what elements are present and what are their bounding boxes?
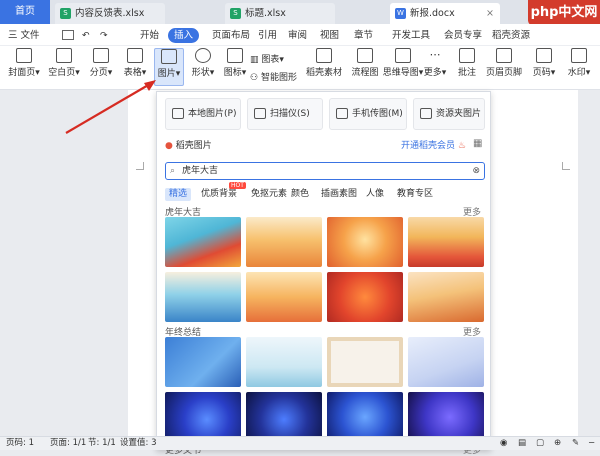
image-thumbnail[interactable] xyxy=(165,272,241,322)
category-illustration[interactable]: 插画素图 xyxy=(317,188,361,201)
search-icon: ⌕ xyxy=(170,166,176,176)
web-view-icon[interactable]: ⊕ xyxy=(554,437,561,450)
status-pages: 页面: 1/1 xyxy=(50,438,87,448)
image-icon xyxy=(172,108,184,119)
image-thumbnail[interactable] xyxy=(408,337,484,387)
image-thumbnail[interactable] xyxy=(165,217,241,267)
category-featured[interactable]: 精选 xyxy=(165,188,192,201)
clear-icon[interactable]: ⊗ xyxy=(472,163,480,179)
stock-images-label: ● 稻壳图片 xyxy=(165,141,212,151)
category-portrait[interactable]: 人像 xyxy=(362,188,388,201)
local-picture-button[interactable]: 本地图片(P) xyxy=(165,98,241,130)
image-thumbnail[interactable] xyxy=(408,272,484,322)
image-thumbnail[interactable] xyxy=(408,392,484,442)
page-view-icon[interactable]: ▢ xyxy=(536,437,544,450)
image-thumbnail[interactable] xyxy=(327,337,403,387)
phone-picture-button[interactable]: 手机传图(M) xyxy=(329,98,407,130)
status-bar: 页码: 1 页面: 1/1 节: 1/1 设置值: 3 ◉ ▤ ▢ ⊕ ✎ − xyxy=(0,436,600,450)
image-thumbnail[interactable] xyxy=(246,392,322,442)
picture-dropdown-panel: 本地图片(P) 扫描仪(S) 手机传图(M) 资源夹图片 ● 稻壳图片 开通稻壳… xyxy=(156,91,491,456)
resource-folder-button[interactable]: 资源夹图片 xyxy=(413,98,485,130)
image-thumbnail[interactable] xyxy=(246,272,322,322)
folder-icon xyxy=(420,108,432,119)
layout-icon[interactable]: ▤ xyxy=(518,437,526,450)
flame-icon: ♨ xyxy=(455,141,466,151)
grid-view-icon[interactable]: ▦ xyxy=(473,138,482,149)
image-thumbnail[interactable] xyxy=(246,337,322,387)
eye-icon[interactable]: ◉ xyxy=(500,437,507,450)
hot-badge: HOT xyxy=(229,182,246,189)
image-thumbnail[interactable] xyxy=(408,217,484,267)
image-thumbnail[interactable] xyxy=(165,337,241,387)
zoom-out-icon[interactable]: − xyxy=(588,437,595,450)
scanner-icon xyxy=(254,108,266,119)
daoke-logo-icon: ● xyxy=(165,141,176,151)
scanner-button[interactable]: 扫描仪(S) xyxy=(247,98,323,130)
category-education[interactable]: 教育专区 xyxy=(393,188,437,201)
status-settings: 设置值: 3 xyxy=(120,438,157,448)
picture-search-input[interactable]: ⌕ 虎年大吉 ⊗ xyxy=(165,162,485,180)
phone-icon xyxy=(336,108,348,119)
read-mode-icon[interactable]: ✎ xyxy=(572,437,579,450)
image-thumbnail[interactable] xyxy=(327,217,403,267)
image-thumbnail[interactable] xyxy=(327,392,403,442)
image-thumbnail[interactable] xyxy=(327,272,403,322)
category-color[interactable]: 颜色 xyxy=(287,188,313,201)
image-thumbnail[interactable] xyxy=(246,217,322,267)
status-section: 节: 1/1 xyxy=(88,438,116,448)
category-backgrounds[interactable]: 优质背景 xyxy=(197,188,241,201)
image-thumbnail[interactable] xyxy=(165,392,241,442)
open-vip-link[interactable]: 开通稻壳会员 ♨ xyxy=(401,138,466,151)
category-cutout[interactable]: 免抠元素 xyxy=(247,188,291,201)
status-page: 页码: 1 xyxy=(6,438,34,448)
